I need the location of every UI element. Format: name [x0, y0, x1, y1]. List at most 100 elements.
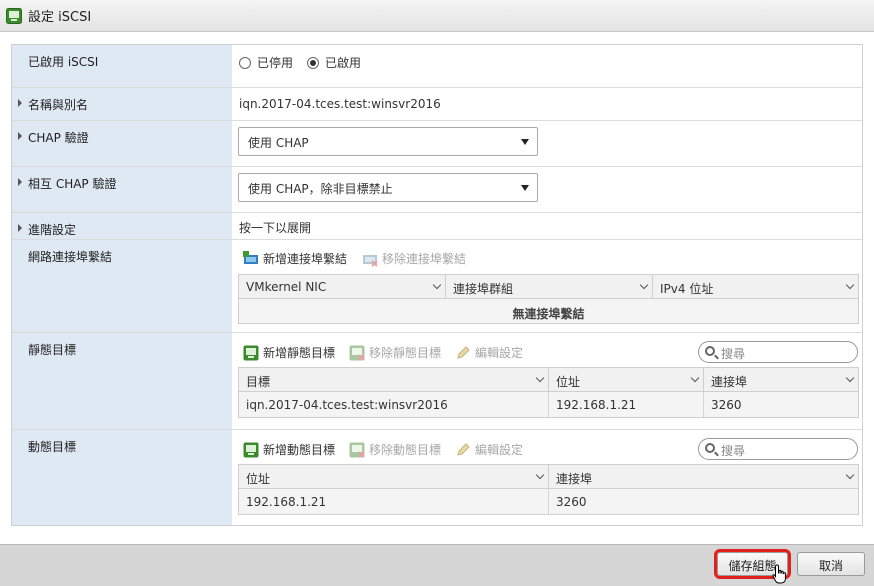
dropdown-caret-icon: [521, 185, 529, 191]
remove-dynamic-target-label: 移除動態目標: [369, 443, 442, 457]
add-target-icon: [243, 345, 259, 360]
edit-dynamic-settings-button[interactable]: 編輯設定: [455, 441, 523, 458]
table-row[interactable]: iqn.2017-04.tces.test:winsvr2016 192.168…: [239, 392, 858, 417]
col-label: 連接埠: [711, 375, 748, 389]
dialog-footer: 儲存組態 取消: [0, 544, 874, 586]
row-name-alias: 名稱與別名 iqn.2017-04.tces.test:winsvr2016: [12, 88, 862, 121]
label-text: 進階設定: [28, 223, 77, 237]
mutual-chap-select[interactable]: 使用 CHAP，除非目標禁止: [238, 173, 538, 202]
radio-enabled[interactable]: 已啟用: [307, 54, 361, 71]
radio-disabled[interactable]: 已停用: [239, 54, 293, 71]
row-advanced: 進階設定 按一下以展開: [12, 213, 862, 240]
row-chap: CHAP 驗證 使用 CHAP: [12, 121, 862, 167]
add-static-target-button[interactable]: 新增靜態目標: [243, 344, 335, 361]
label-chap[interactable]: CHAP 驗證: [12, 121, 232, 166]
edit-dynamic-settings-label: 編輯設定: [475, 443, 524, 457]
remove-target-icon: [349, 345, 365, 361]
cancel-label: 取消: [818, 559, 843, 573]
label-dynamic-targets: 動態目標: [12, 430, 232, 525]
empty-message: 無連接埠繫結: [512, 307, 585, 321]
iqn-name-text: iqn.2017-04.tces.test:winsvr2016: [239, 97, 441, 111]
remove-static-target-label: 移除靜態目標: [369, 346, 442, 360]
cancel-button[interactable]: 取消: [797, 552, 865, 576]
value-advanced[interactable]: 按一下以展開: [232, 213, 862, 239]
label-text: 名稱與別名: [28, 98, 89, 112]
add-port-binding-button[interactable]: 新增連接埠繫結: [243, 250, 347, 267]
label-iscsi-enabled: 已啟用 iSCSI: [12, 45, 232, 87]
label-text: 動態目標: [28, 440, 77, 454]
dynamic-targets-table: 位址 連接埠 192.168.1.21 3260: [238, 464, 859, 515]
col-ipv4[interactable]: IPv4 位址: [653, 275, 858, 299]
add-static-target-label: 新增靜態目標: [263, 346, 336, 360]
value-static-targets: 新增靜態目標 移除靜態目標 編輯設定 搜尋 目標 位址 連接埠 iqn.2017…: [232, 333, 862, 429]
chap-select-value: 使用 CHAP: [248, 136, 309, 150]
expand-arrow-icon: [18, 132, 22, 140]
col-label: VMkernel NIC: [246, 280, 327, 294]
col-port[interactable]: 連接埠: [549, 465, 858, 489]
col-port[interactable]: 連接埠: [704, 368, 858, 392]
search-icon: [705, 346, 715, 356]
value-chap: 使用 CHAP: [232, 121, 862, 166]
col-label: 位址: [246, 472, 271, 486]
label-advanced[interactable]: 進階設定: [12, 213, 232, 239]
expand-arrow-icon: [18, 99, 22, 107]
static-search-input[interactable]: 搜尋: [698, 341, 858, 363]
row-port-binding: 網路連接埠繫結 新增連接埠繫結 移除連接埠繫結 VMkernel NIC 連接埠…: [12, 240, 862, 333]
table-row[interactable]: 192.168.1.21 3260: [239, 489, 858, 514]
cell-port: 3260: [556, 495, 587, 509]
save-label: 儲存組態: [728, 559, 777, 573]
col-address[interactable]: 位址: [549, 368, 704, 392]
dropdown-caret-icon: [521, 139, 529, 145]
label-text: CHAP 驗證: [28, 131, 89, 145]
label-name-alias[interactable]: 名稱與別名: [12, 88, 232, 120]
remove-network-icon: [363, 254, 378, 267]
label-mutual-chap[interactable]: 相互 CHAP 驗證: [12, 167, 232, 212]
col-label: 位址: [556, 375, 581, 389]
dynamic-search-input[interactable]: 搜尋: [698, 438, 858, 460]
row-mutual-chap: 相互 CHAP 驗證 使用 CHAP，除非目標禁止: [12, 167, 862, 213]
col-vmkernel-nic[interactable]: VMkernel NIC: [239, 275, 446, 299]
chevron-down-icon: [845, 280, 855, 290]
label-text: 已啟用 iSCSI: [28, 55, 99, 69]
remove-static-target-button[interactable]: 移除靜態目標: [349, 344, 441, 361]
iscsi-icon: [6, 7, 22, 24]
cell-target: iqn.2017-04.tces.test:winsvr2016: [239, 392, 549, 417]
col-target[interactable]: 目標: [239, 368, 549, 392]
col-port-group[interactable]: 連接埠群組: [446, 275, 653, 299]
value-port-binding: 新增連接埠繫結 移除連接埠繫結 VMkernel NIC 連接埠群組 IPv4 …: [232, 240, 862, 332]
remove-port-binding-button[interactable]: 移除連接埠繫結: [362, 250, 466, 267]
chap-select[interactable]: 使用 CHAP: [238, 127, 538, 156]
dialog-content: 已啟用 iSCSI 已停用 已啟用 名稱與別名 iqn.2017-04.tces…: [0, 32, 874, 544]
window-titlebar: 設定 iSCSI: [0, 0, 874, 32]
add-dynamic-target-button[interactable]: 新增動態目標: [243, 441, 335, 458]
chevron-down-icon: [535, 373, 545, 383]
label-static-targets: 靜態目標: [12, 333, 232, 429]
cell-port: 3260: [711, 398, 742, 412]
col-label: IPv4 位址: [660, 282, 714, 296]
iscsi-settings-form: 已啟用 iSCSI 已停用 已啟用 名稱與別名 iqn.2017-04.tces…: [11, 44, 863, 526]
remove-dynamic-target-button[interactable]: 移除動態目標: [349, 441, 441, 458]
row-iscsi-enabled: 已啟用 iSCSI 已停用 已啟用: [12, 45, 862, 88]
value-iscsi-enabled: 已停用 已啟用: [232, 45, 862, 87]
chevron-down-icon: [690, 373, 700, 383]
col-label: 連接埠群組: [453, 282, 514, 296]
mutual-chap-select-value: 使用 CHAP，除非目標禁止: [248, 182, 393, 196]
col-address[interactable]: 位址: [239, 465, 549, 489]
cell-address: 192.168.1.21: [239, 489, 549, 514]
value-dynamic-targets: 新增動態目標 移除動態目標 編輯設定 搜尋 位址 連接埠 192.168.1.2…: [232, 430, 862, 525]
add-network-icon: [243, 250, 258, 264]
window-title: 設定 iSCSI: [28, 10, 92, 25]
table-header: 目標 位址 連接埠: [239, 368, 858, 392]
table-body: 無連接埠繫結: [239, 299, 858, 323]
remove-port-binding-label: 移除連接埠繫結: [382, 252, 467, 266]
chevron-down-icon: [845, 470, 855, 480]
remove-target-icon: [349, 442, 365, 458]
value-mutual-chap: 使用 CHAP，除非目標禁止: [232, 167, 862, 212]
table-header: VMkernel NIC 連接埠群組 IPv4 位址: [239, 275, 858, 299]
edit-static-settings-button[interactable]: 編輯設定: [455, 344, 523, 361]
label-text: 網路連接埠繫結: [28, 250, 113, 264]
value-name-alias: iqn.2017-04.tces.test:winsvr2016: [232, 88, 862, 120]
radio-circle: [239, 56, 251, 69]
row-static-targets: 靜態目標 新增靜態目標 移除靜態目標 編輯設定 搜尋 目標 位址 連接埠 iqn…: [12, 333, 862, 430]
label-text: 靜態目標: [28, 343, 77, 357]
